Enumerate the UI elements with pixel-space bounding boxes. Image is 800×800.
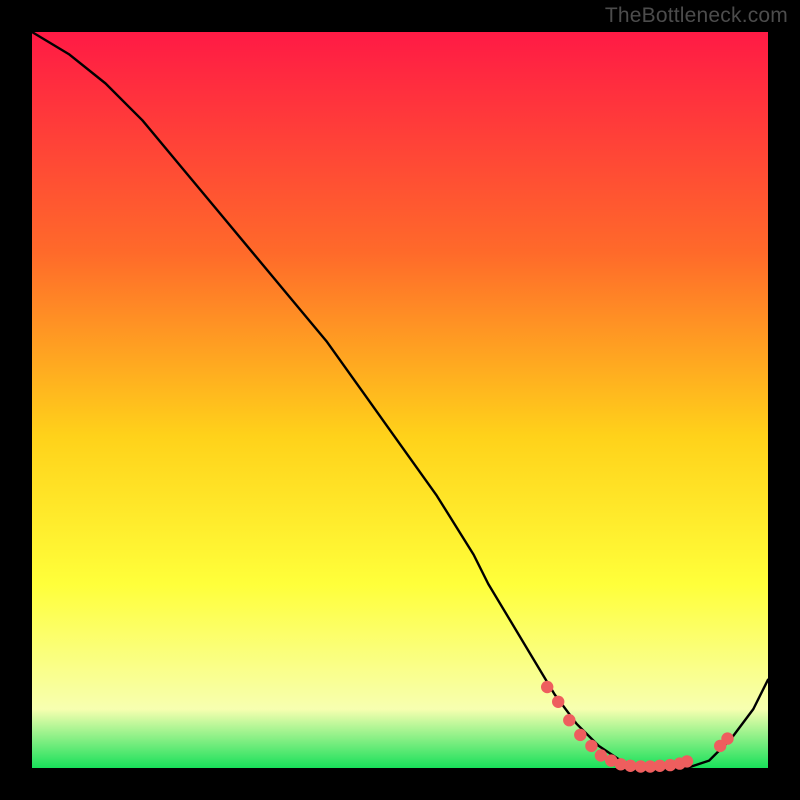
data-dot bbox=[585, 740, 597, 752]
data-dot bbox=[563, 714, 575, 726]
data-dot bbox=[721, 732, 733, 744]
watermark-text: TheBottleneck.com bbox=[605, 4, 788, 28]
data-dot bbox=[541, 681, 553, 693]
curve-layer bbox=[32, 32, 768, 768]
bottleneck-curve bbox=[32, 32, 768, 768]
data-dot bbox=[552, 696, 564, 708]
curve-dots bbox=[541, 681, 734, 773]
data-dot bbox=[681, 755, 693, 767]
plot-area bbox=[32, 32, 768, 768]
data-dot bbox=[574, 729, 586, 741]
chart-container: TheBottleneck.com bbox=[0, 0, 800, 800]
